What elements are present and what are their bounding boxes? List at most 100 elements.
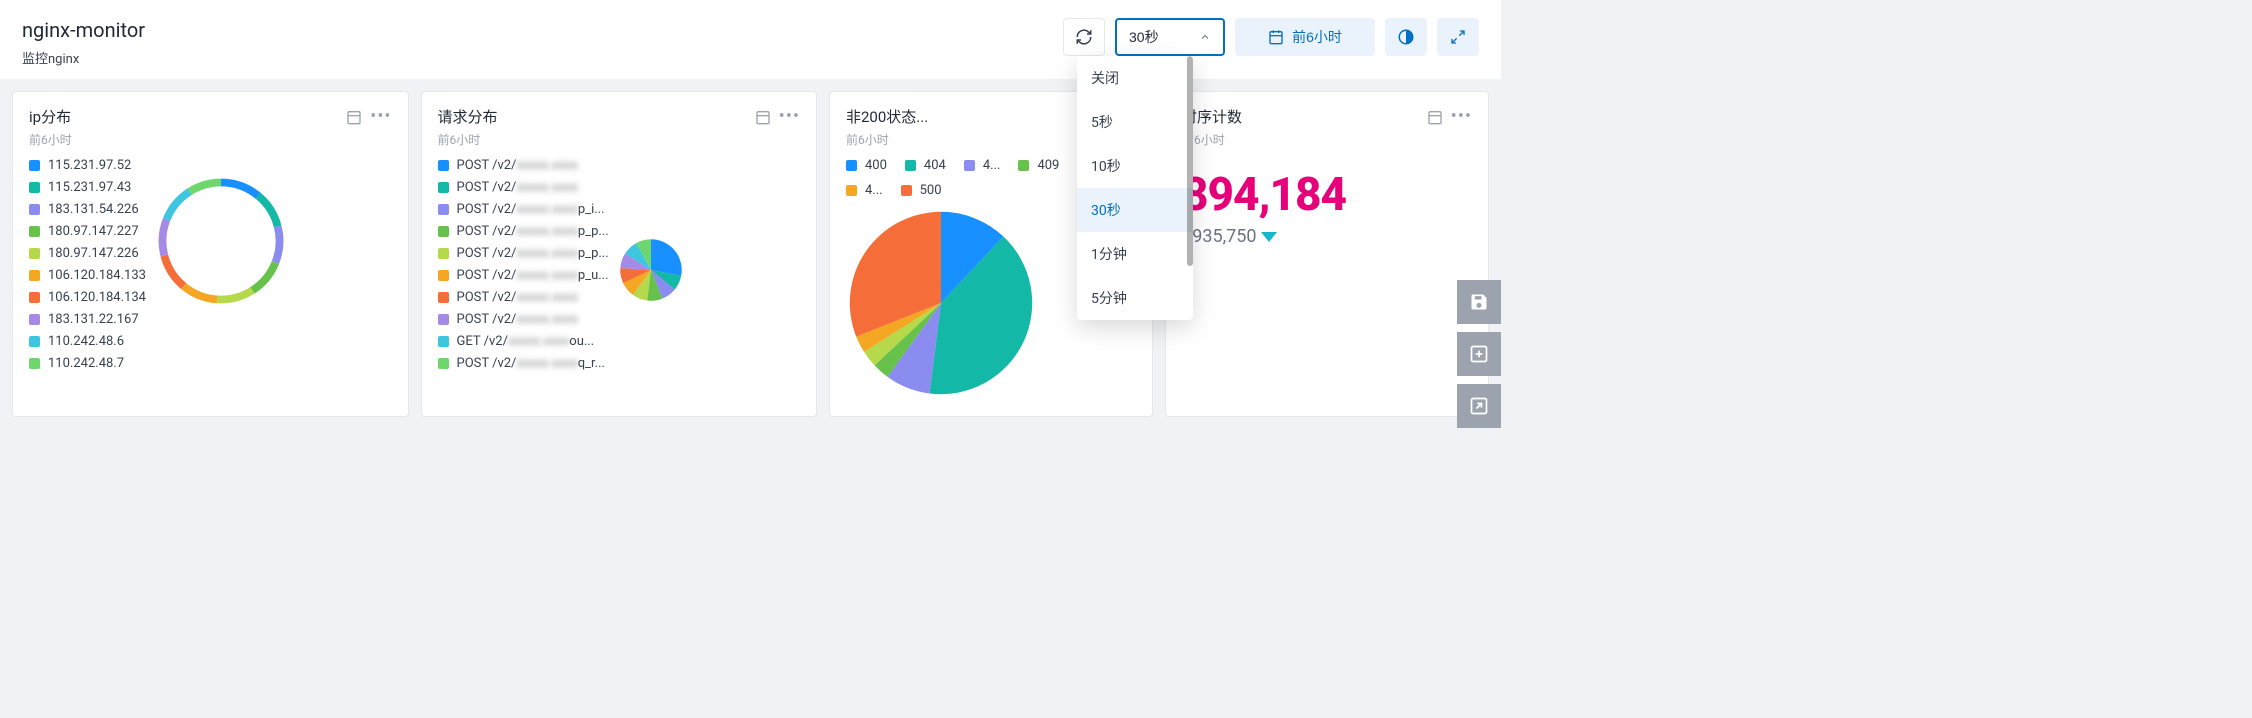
panel-subtitle: 前6小时 (1182, 131, 1472, 148)
legend-label: POST /v2/xxxxx.xxxxp_p... (457, 246, 609, 261)
legend-item[interactable]: 110.242.48.7 (29, 356, 146, 371)
legend-item[interactable]: 404 (905, 158, 946, 173)
legend-label: 180.97.147.226 (48, 246, 139, 261)
legend-label: 106.120.184.134 (48, 290, 146, 305)
calendar-icon[interactable] (346, 109, 362, 125)
legend-item[interactable]: 183.131.54.226 (29, 202, 146, 217)
request-pie-chart (619, 238, 683, 302)
panel-title: 非200状态... (846, 106, 928, 127)
plus-square-icon (1469, 344, 1489, 364)
calendar-icon[interactable] (755, 109, 771, 125)
legend-swatch (438, 292, 449, 303)
legend-item[interactable]: POST /v2/xxxxx.xxxxq_r... (438, 356, 609, 371)
legend-swatch (438, 248, 449, 259)
legend-swatch (438, 204, 449, 215)
panel-timeseries-count: 时序计数 ••• 前6小时 894,184 −935,750 (1165, 91, 1489, 417)
expand-icon (1450, 29, 1466, 45)
panel-subtitle: 前6小时 (438, 131, 801, 148)
interval-option[interactable]: 5分钟 (1077, 276, 1193, 320)
status-pie-chart (846, 208, 1036, 398)
legend-label: 400 (865, 158, 887, 173)
legend-item[interactable]: POST /v2/xxxxx.xxxxp_p... (438, 246, 609, 261)
legend-item[interactable]: 115.231.97.52 (29, 158, 146, 173)
legend-swatch (29, 182, 40, 193)
time-range-button[interactable]: 前6小时 (1235, 18, 1375, 56)
panel-title: 请求分布 (438, 106, 498, 127)
legend-item[interactable]: 4... (846, 183, 883, 198)
panel-menu-button[interactable]: ••• (1451, 106, 1472, 127)
legend-item[interactable]: POST /v2/xxxxx.xxxx (438, 312, 609, 327)
legend-item[interactable]: 180.97.147.227 (29, 224, 146, 239)
legend-swatch (438, 358, 449, 369)
legend-label: 4... (983, 158, 1001, 173)
legend-swatch (438, 160, 449, 171)
legend-item[interactable]: 115.231.97.43 (29, 180, 146, 195)
legend-item[interactable]: POST /v2/xxxxx.xxxxp_p... (438, 224, 609, 239)
panel-ip-distribution: ip分布 ••• 前6小时 115.231.97.52115.231.97.43… (12, 91, 409, 417)
legend-item[interactable]: 400 (846, 158, 887, 173)
calendar-icon[interactable] (1427, 109, 1443, 125)
page-subtitle: 监控nginx (22, 48, 145, 67)
legend-item[interactable]: 106.120.184.134 (29, 290, 146, 305)
add-button[interactable] (1457, 332, 1501, 376)
metric-delta: −935,750 (1182, 226, 1472, 247)
legend-item[interactable]: POST /v2/xxxxx.xxxx (438, 290, 609, 305)
legend-swatch (29, 292, 40, 303)
save-button[interactable] (1457, 280, 1501, 324)
legend-label: POST /v2/xxxxx.xxxx (457, 158, 578, 173)
save-icon (1469, 292, 1489, 312)
legend-item[interactable]: 110.242.48.6 (29, 334, 146, 349)
interval-option[interactable]: 10秒 (1077, 144, 1193, 188)
interval-option[interactable]: 5秒 (1077, 100, 1193, 144)
legend-label: 4... (865, 183, 883, 198)
legend-label: POST /v2/xxxxx.xxxx (457, 312, 578, 327)
legend-item[interactable]: GET /v2/xxxxx.xxxxou... (438, 334, 609, 349)
theme-toggle-button[interactable] (1385, 18, 1427, 56)
legend-item[interactable]: POST /v2/xxxxx.xxxxp_u... (438, 268, 609, 283)
legend-swatch (29, 270, 40, 281)
chevron-up-icon (1199, 31, 1211, 43)
legend-swatch (438, 314, 449, 325)
legend-swatch (29, 226, 40, 237)
external-link-icon (1469, 396, 1489, 416)
interval-option[interactable]: 30秒 (1077, 188, 1193, 232)
legend-label: 106.120.184.133 (48, 268, 146, 283)
legend-item[interactable]: 106.120.184.133 (29, 268, 146, 283)
legend-label: POST /v2/xxxxx.xxxxp_i... (457, 202, 605, 217)
legend-item[interactable]: POST /v2/xxxxx.xxxxp_i... (438, 202, 609, 217)
legend-label: POST /v2/xxxxx.xxxx (457, 180, 578, 195)
legend-label: POST /v2/xxxxx.xxxxq_r... (457, 356, 605, 371)
legend-label: 183.131.22.167 (48, 312, 139, 327)
legend-item[interactable]: 183.131.22.167 (29, 312, 146, 327)
legend-item[interactable]: POST /v2/xxxxx.xxxx (438, 180, 609, 195)
interval-option[interactable]: 关闭 (1077, 56, 1193, 100)
interval-option[interactable]: 1分钟 (1077, 232, 1193, 276)
interval-dropdown[interactable]: 关闭5秒10秒30秒1分钟5分钟 (1077, 56, 1193, 320)
legend-swatch (29, 248, 40, 259)
refresh-icon (1075, 28, 1093, 46)
fullscreen-button[interactable] (1437, 18, 1479, 56)
legend-swatch (29, 204, 40, 215)
refresh-button[interactable] (1063, 18, 1105, 56)
calendar-icon (1268, 29, 1284, 45)
legend-label: POST /v2/xxxxx.xxxxp_p... (457, 224, 609, 239)
page-title: nginx-monitor (22, 18, 145, 42)
legend-item[interactable]: POST /v2/xxxxx.xxxx (438, 158, 609, 173)
export-button[interactable] (1457, 384, 1501, 428)
panel-title: ip分布 (29, 106, 71, 127)
legend-label: 180.97.147.227 (48, 224, 139, 239)
legend-label: GET /v2/xxxxx.xxxxou... (457, 334, 595, 349)
panel-menu-button[interactable]: ••• (370, 106, 391, 127)
contrast-icon (1397, 28, 1415, 46)
legend-item[interactable]: 500 (901, 183, 942, 198)
dropdown-scrollbar[interactable] (1187, 56, 1193, 266)
metric-value: 894,184 (1182, 168, 1472, 222)
legend-swatch (438, 182, 449, 193)
legend-item[interactable]: 409 (1018, 158, 1059, 173)
refresh-interval-select[interactable]: 30秒 (1115, 18, 1225, 56)
legend-item[interactable]: 4... (964, 158, 1001, 173)
legend-swatch (846, 185, 857, 196)
legend-item[interactable]: 180.97.147.226 (29, 246, 146, 261)
interval-selected-label: 30秒 (1129, 27, 1159, 47)
panel-menu-button[interactable]: ••• (779, 106, 800, 127)
